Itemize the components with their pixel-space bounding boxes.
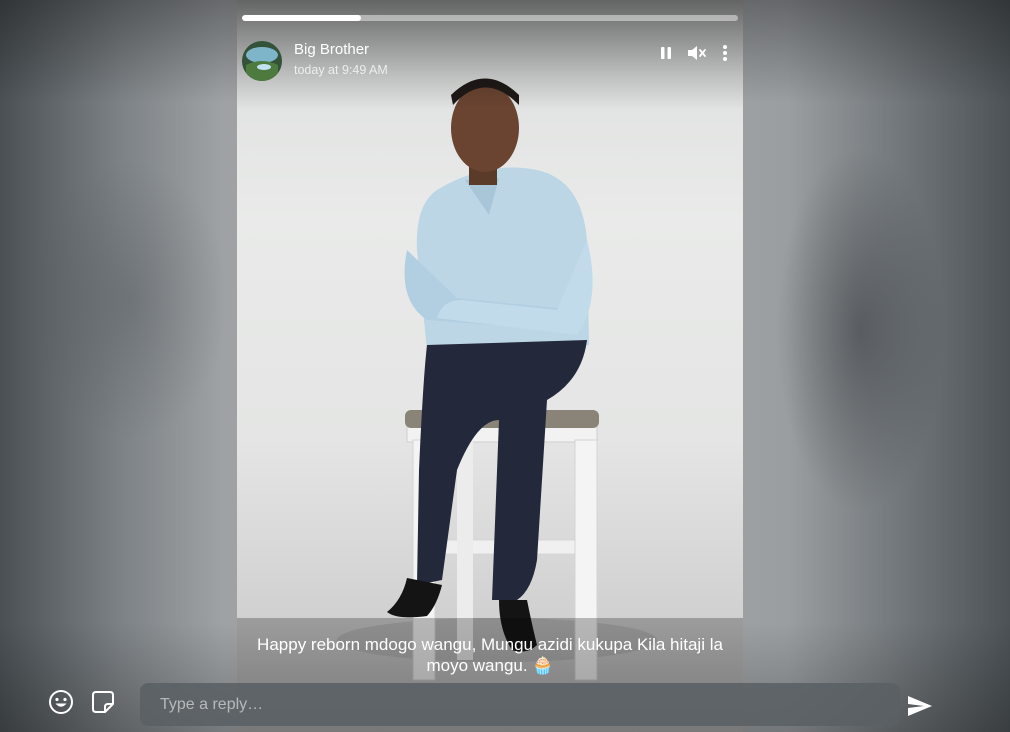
story-timestamp: today at 9:49 AM [294,63,388,77]
avatar-image [242,41,282,81]
emoji-button[interactable] [47,688,75,716]
send-button[interactable] [905,691,935,721]
more-vertical-icon [723,45,727,61]
volume-muted-icon [688,46,706,60]
pause-icon [661,47,671,59]
story-viewer[interactable]: Big Brother today at 9:49 AM Happy rebor… [237,0,743,732]
author-name[interactable]: Big Brother [294,41,369,58]
send-icon [908,696,932,716]
more-options-button[interactable] [714,42,736,64]
mute-button[interactable] [686,42,708,64]
sticker-icon [92,691,114,713]
reply-input[interactable] [140,683,900,726]
author-avatar[interactable] [242,41,282,81]
story-progress-bar [242,15,738,21]
story-caption: Happy reborn mdogo wangu, Mungu azidi ku… [257,635,723,675]
pause-button[interactable] [655,42,677,64]
story-progress-fill [242,15,362,21]
emoji-icon [49,690,73,714]
sticker-button[interactable] [89,688,117,716]
